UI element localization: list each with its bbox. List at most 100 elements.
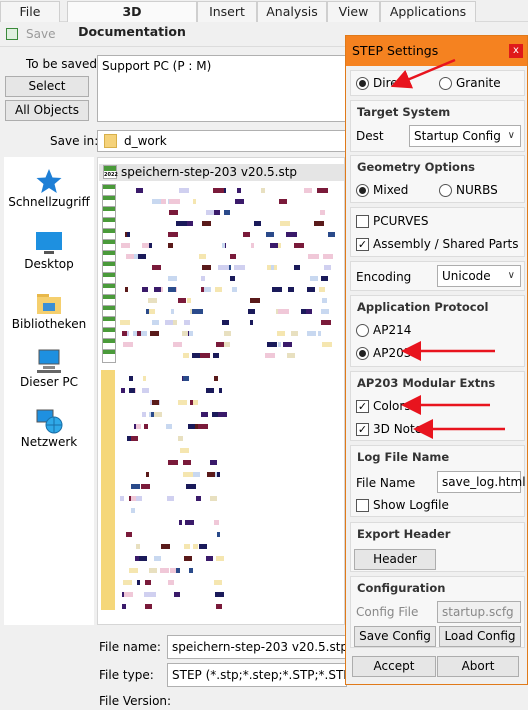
blurred-text — [254, 221, 261, 226]
blurred-text — [294, 243, 304, 248]
select-button[interactable]: Select — [5, 76, 89, 97]
library-folder-icon — [37, 294, 61, 314]
blurred-text — [237, 188, 241, 193]
accept-button[interactable]: Accept — [352, 656, 436, 677]
save-dialog-title: Save — [26, 27, 56, 41]
blurred-text — [127, 436, 131, 441]
blurred-text — [122, 604, 126, 609]
menu-view[interactable]: View — [327, 1, 380, 22]
blurred-text — [168, 276, 177, 281]
menu-insert[interactable]: Insert — [197, 1, 257, 22]
blurred-text — [168, 287, 176, 292]
nav-item-schnellzugriff[interactable]: Schnellzugriff — [4, 167, 94, 209]
save-in-combo[interactable]: d_work — [97, 130, 347, 152]
blurred-text — [149, 568, 157, 573]
blurred-text — [304, 188, 312, 193]
blurred-text — [171, 309, 174, 314]
chevron-down-icon: ∨ — [507, 270, 515, 281]
blurred-text — [218, 412, 227, 417]
file-name-text: speichern-step-203 v20.5.stp — [121, 165, 298, 179]
blurred-text — [214, 520, 219, 525]
blurred-text — [166, 424, 172, 429]
file-type-label: File type: — [99, 668, 154, 682]
blurred-text — [187, 221, 193, 226]
all-objects-button[interactable]: All Objects — [5, 100, 89, 121]
blurred-text — [154, 412, 162, 417]
nav-item-desktop[interactable]: Desktop — [4, 229, 94, 271]
blurred-text — [219, 388, 222, 393]
3d-notes-checkbox[interactable]: ✓ — [356, 423, 369, 436]
blurred-text — [180, 448, 189, 453]
ap203-radio[interactable] — [356, 347, 369, 360]
blurred-text — [130, 436, 138, 441]
blurred-text — [287, 353, 295, 358]
blurred-text — [183, 460, 191, 465]
nav-item-netzwerk[interactable]: Netzwerk — [4, 407, 94, 449]
menu-analysis[interactable]: Analysis — [257, 1, 327, 22]
file-name-input[interactable]: speichern-step-203 v20.5.stp — [167, 635, 348, 659]
menu-applications[interactable]: Applications — [380, 1, 476, 22]
star-icon — [36, 169, 62, 193]
header-button[interactable]: Header — [354, 549, 436, 570]
blurred-text — [250, 298, 260, 303]
blurred-text — [185, 520, 194, 525]
nav-label: Netzwerk — [20, 435, 78, 449]
granite-radio[interactable] — [439, 77, 452, 90]
colors-label: Colors — [373, 399, 411, 413]
blurred-text — [294, 265, 300, 270]
nav-item-dieser-pc[interactable]: Dieser PC — [4, 347, 94, 389]
close-button[interactable]: x — [509, 44, 523, 58]
blurred-text — [222, 243, 225, 248]
blurred-text — [134, 254, 138, 259]
blurred-text — [145, 580, 151, 585]
folder-icon — [104, 134, 117, 148]
menu-3d-documentation[interactable]: 3D Documentation — [67, 1, 197, 39]
blurred-text — [286, 232, 297, 237]
blurred-text — [193, 544, 198, 549]
blurred-text — [321, 309, 329, 314]
config-file-input[interactable]: startup.scfg — [437, 601, 521, 623]
pcurves-checkbox[interactable] — [356, 215, 369, 228]
blurred-text — [152, 320, 159, 325]
file-type-combo[interactable]: STEP (*.stp;*.step;*.STP;*.STEP) — [167, 663, 363, 687]
geometry-options-title: Geometry Options — [357, 160, 475, 174]
blurred-text — [214, 376, 218, 381]
colors-checkbox[interactable]: ✓ — [356, 400, 369, 413]
direct-radio[interactable] — [356, 77, 369, 90]
assembly-label: Assembly / Shared Parts — [373, 237, 519, 251]
list-item-selected[interactable]: 2022 speichern-step-203 v20.5.stp — [99, 164, 344, 181]
dest-combo[interactable]: Startup Config ∨ — [409, 125, 521, 147]
blurred-text — [318, 331, 321, 336]
nav-item-bibliotheken[interactable]: Bibliotheken — [4, 289, 94, 331]
to-be-saved-box[interactable]: Support PC (P : M) — [97, 55, 347, 122]
show-logfile-checkbox[interactable] — [356, 499, 369, 512]
menu-file[interactable]: File — [0, 1, 60, 22]
blurred-text — [154, 556, 161, 561]
blurred-text — [206, 556, 213, 561]
blurred-text — [148, 298, 157, 303]
ap214-radio[interactable] — [356, 324, 369, 337]
blurred-text — [126, 254, 134, 259]
blurred-text — [123, 580, 132, 585]
step-file-icon — [102, 349, 116, 363]
nurbs-radio[interactable] — [439, 184, 452, 197]
nav-label: Bibliotheken — [11, 317, 87, 331]
assembly-checkbox[interactable]: ✓ — [356, 238, 369, 251]
blurred-text — [323, 254, 333, 259]
pcurves-label: PCURVES — [373, 214, 429, 228]
abort-button[interactable]: Abort — [437, 656, 519, 677]
blurred-text — [230, 254, 236, 259]
blurred-text — [202, 265, 211, 270]
load-config-button[interactable]: Load Config — [439, 626, 521, 647]
blurred-text — [176, 221, 187, 226]
blurred-text — [189, 331, 193, 336]
encoding-combo[interactable]: Unicode ∨ — [437, 265, 521, 287]
file-list[interactable]: 2022 speichern-step-203 v20.5.stp — [97, 157, 345, 625]
blurred-text — [161, 544, 170, 549]
mixed-radio[interactable] — [356, 184, 369, 197]
save-config-button[interactable]: Save Config — [354, 626, 436, 647]
desktop-icon — [36, 232, 62, 254]
blurred-text — [222, 320, 229, 325]
blurred-text — [217, 472, 220, 477]
log-file-name-input[interactable]: save_log.html — [437, 471, 526, 493]
